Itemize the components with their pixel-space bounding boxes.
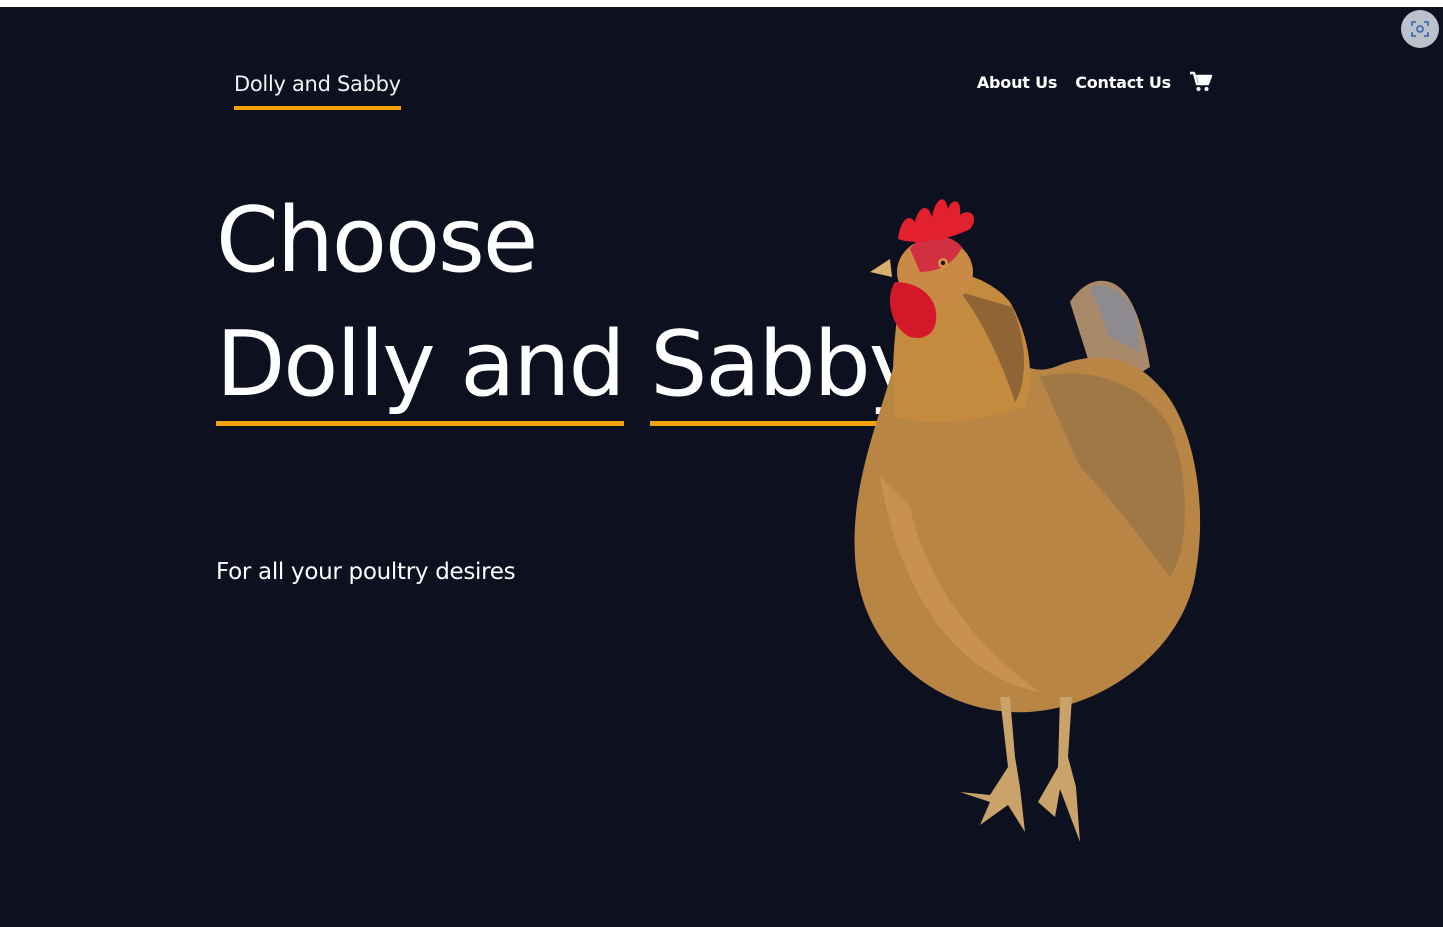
nav-about-us[interactable]: About Us (977, 73, 1058, 92)
shopping-cart-icon[interactable] (1189, 71, 1213, 93)
hero-tagline: For all your poultry desires (216, 559, 516, 585)
main-nav: About Us Contact Us (977, 71, 1213, 93)
brand-logo-link[interactable]: Dolly and Sabby (234, 68, 401, 110)
hen-image (854, 199, 1201, 842)
headline-line-2: Dolly and (216, 309, 626, 426)
headline-line-1: Choose (216, 188, 538, 293)
screenshot-lens-icon[interactable] (1401, 10, 1439, 48)
hero-headline: Choose Dolly and Sabby (216, 179, 922, 429)
landing-page: Dolly and Sabby About Us Contact Us Choo… (0, 7, 1443, 927)
nav-contact-us[interactable]: Contact Us (1075, 73, 1171, 92)
